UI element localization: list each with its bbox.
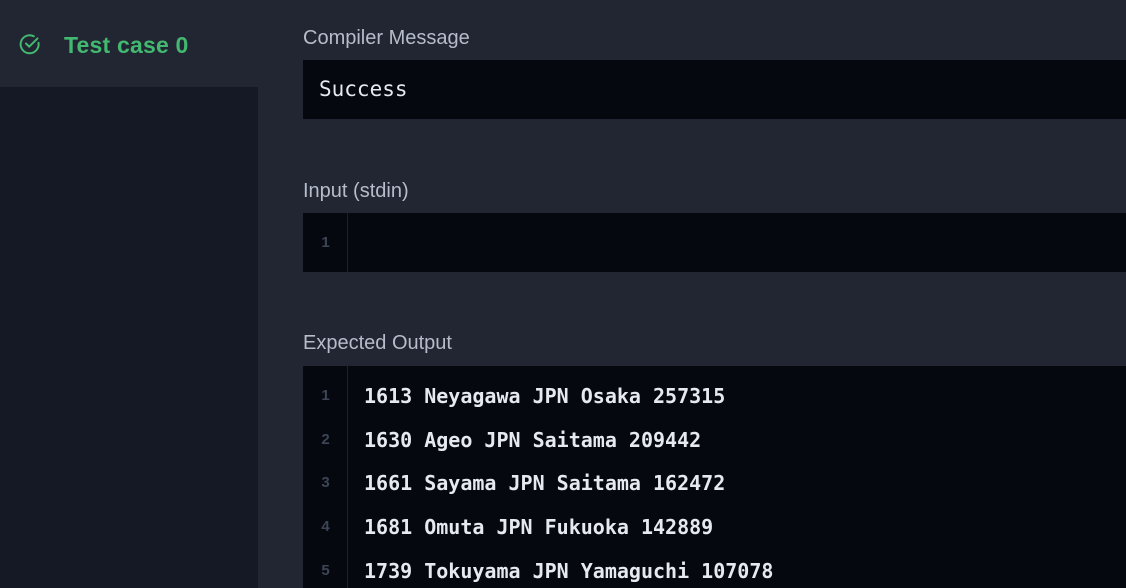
line-number: 3 xyxy=(321,474,330,491)
output-line: 1630 Ageo JPN Saitama 209442 xyxy=(364,428,702,452)
test-case-sidebar: Test case 0 xyxy=(0,0,258,588)
output-line: 1681 Omuta JPN Fukuoka 142889 xyxy=(364,515,714,539)
check-circle-icon xyxy=(19,34,40,55)
compiler-message-box: Success xyxy=(303,60,1126,119)
output-line: 1661 Sayama JPN Saitama 162472 xyxy=(364,471,726,495)
line-number-gutter: 1 2 3 4 5 xyxy=(303,366,348,588)
line-number: 1 xyxy=(321,234,330,251)
sidebar-item-test-case-0[interactable]: Test case 0 xyxy=(0,0,258,87)
expected-output-title: Expected Output xyxy=(303,332,452,354)
output-line: 1613 Neyagawa JPN Osaka 257315 xyxy=(364,384,726,408)
compiler-message-title: Compiler Message xyxy=(303,27,470,49)
compiler-message-text: Success xyxy=(319,77,408,101)
line-number: 2 xyxy=(321,431,330,448)
output-line: 1739 Tokuyama JPN Yamaguchi 107078 xyxy=(364,559,774,583)
input-stdin-box: 1 xyxy=(303,213,1126,272)
expected-output-box: 1 2 3 4 5 1613 Neyagawa JPN Osaka 257315… xyxy=(303,366,1126,588)
line-number: 4 xyxy=(321,518,330,535)
line-number: 1 xyxy=(321,387,330,404)
test-case-label: Test case 0 xyxy=(64,32,189,58)
line-number: 5 xyxy=(321,562,330,579)
line-number-gutter: 1 xyxy=(303,213,348,272)
input-stdin-title: Input (stdin) xyxy=(303,180,409,202)
